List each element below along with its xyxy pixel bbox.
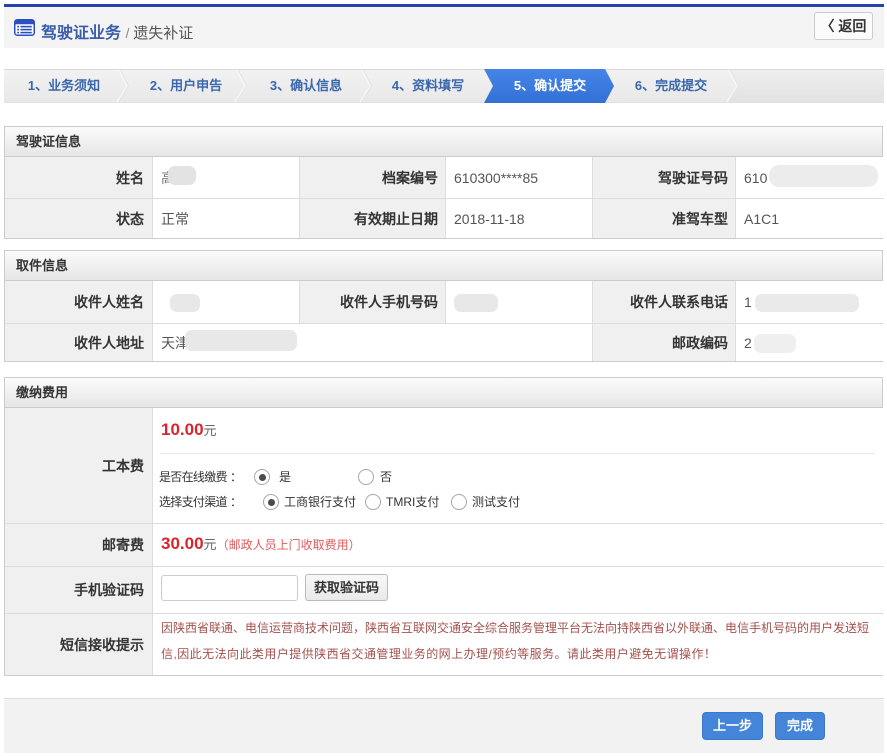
svg-text:5、确认提交: 5、确认提交 <box>514 78 586 93</box>
svg-text:2、用户申告: 2、用户申告 <box>150 78 222 93</box>
svg-text:6、完成提交: 6、完成提交 <box>635 78 707 93</box>
svg-text:3、确认信息: 3、确认信息 <box>270 78 342 93</box>
svg-text:4、资料填写: 4、资料填写 <box>392 78 464 93</box>
svg-text:1、业务须知: 1、业务须知 <box>28 78 100 93</box>
